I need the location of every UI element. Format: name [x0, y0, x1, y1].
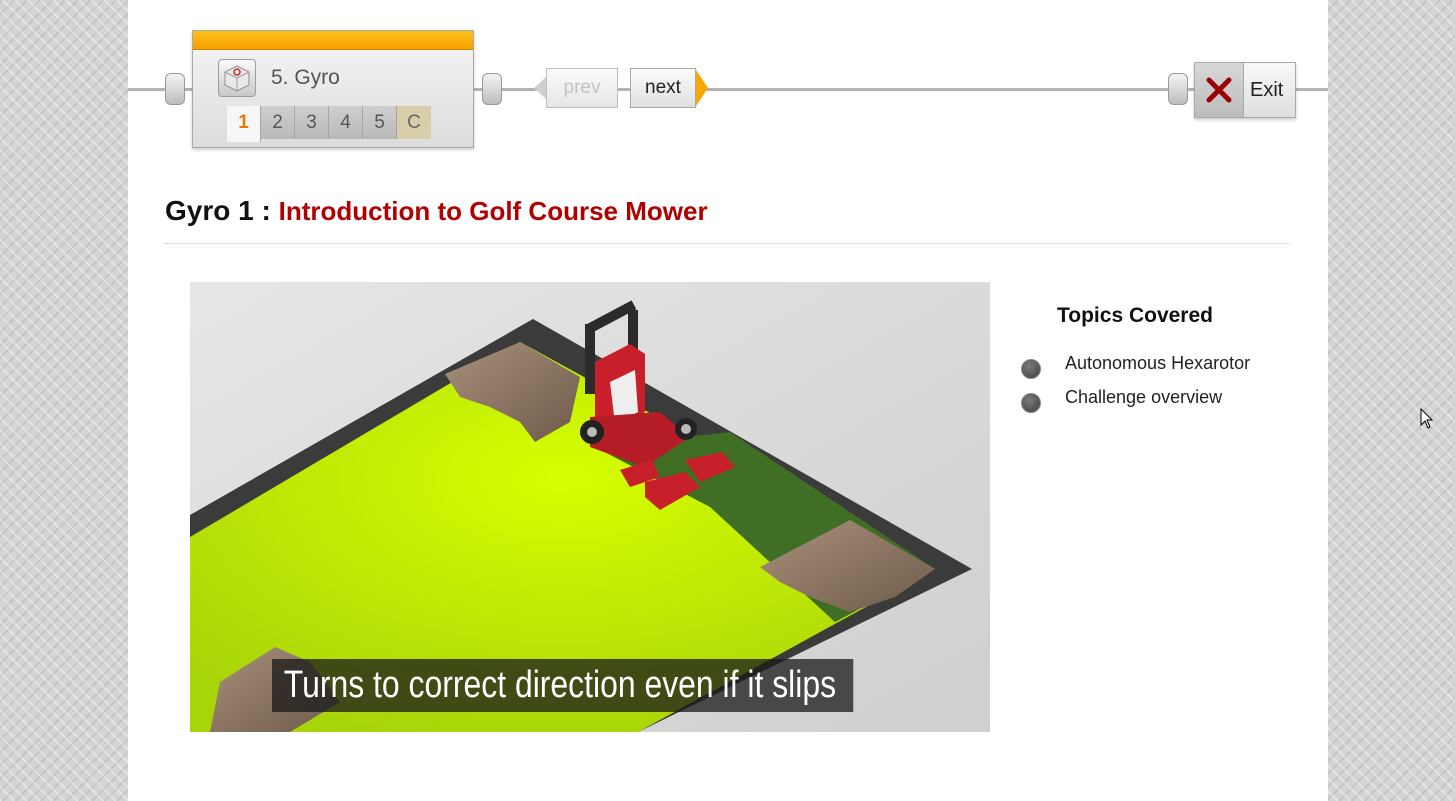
- rail-cap-exit: [1168, 73, 1188, 105]
- step-tab-5[interactable]: 5: [363, 106, 397, 139]
- step-tab-challenge[interactable]: C: [397, 106, 431, 139]
- topic-bullet-icon: [1021, 393, 1041, 413]
- video-caption: Turns to correct direction even if it sl…: [272, 659, 853, 712]
- step-tab-3[interactable]: 3: [295, 106, 329, 139]
- module-title: 5. Gyro: [271, 66, 340, 89]
- topics-title: Topics Covered: [1057, 304, 1213, 327]
- topic-label: Autonomous Hexarotor: [1065, 353, 1251, 373]
- lesson-page: 5. Gyro 1 2 3 4 5 C prev next Exit Gyro …: [128, 0, 1328, 801]
- next-button[interactable]: next: [630, 68, 696, 108]
- close-x-icon: [1195, 63, 1244, 117]
- ev3-brick-icon: [218, 59, 256, 97]
- title-subtitle: Introduction to Golf Course Mower: [278, 196, 708, 226]
- step-tabs: 1 2 3 4 5 C: [227, 106, 431, 142]
- step-tab-4[interactable]: 4: [329, 106, 363, 139]
- module-block: 5. Gyro 1 2 3 4 5 C: [192, 30, 474, 148]
- lesson-video[interactable]: Turns to correct direction even if it sl…: [190, 282, 990, 732]
- title-prefix: Gyro 1 :: [165, 195, 279, 226]
- module-header-bar: [193, 31, 473, 50]
- step-tab-1[interactable]: 1: [227, 106, 261, 142]
- topic-label: Challenge overview: [1065, 387, 1223, 407]
- rail-cap-left: [165, 73, 185, 105]
- prev-button[interactable]: prev: [546, 68, 618, 108]
- prev-arrow-icon: [534, 77, 546, 99]
- exit-label: Exit: [1250, 79, 1284, 101]
- step-tab-2[interactable]: 2: [261, 106, 295, 139]
- rail-cap-right: [482, 73, 502, 105]
- page-title: Gyro 1 : Introduction to Golf Course Mow…: [165, 195, 708, 227]
- exit-button[interactable]: Exit: [1194, 62, 1296, 118]
- pointer-cursor-icon: [1420, 407, 1434, 435]
- title-divider: [165, 243, 1290, 244]
- next-arrow-icon: [696, 70, 708, 106]
- topic-bullet-icon: [1021, 359, 1041, 379]
